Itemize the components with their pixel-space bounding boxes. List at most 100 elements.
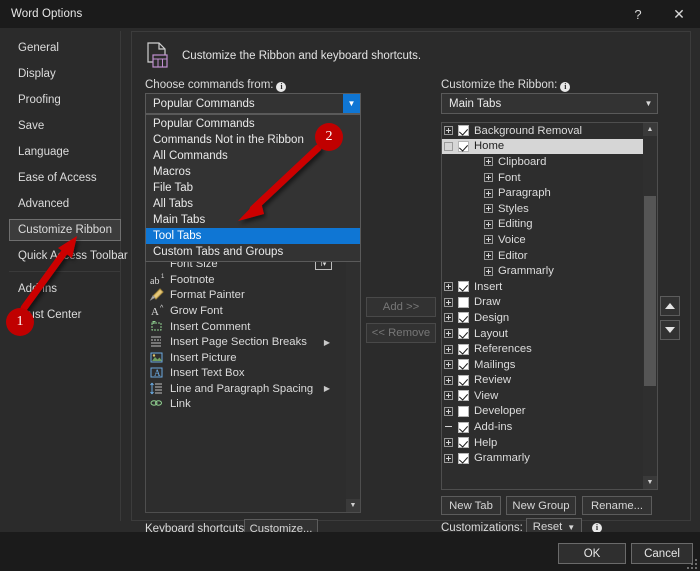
tree-row[interactable]: Grammarly [442, 263, 643, 279]
expand-icon[interactable] [444, 345, 453, 354]
new-group-button[interactable]: New Group [506, 496, 576, 515]
tree-row[interactable]: Editing [442, 217, 643, 233]
tree-row[interactable]: Editor [442, 248, 643, 264]
checkbox-icon[interactable] [458, 359, 469, 370]
expand-icon[interactable] [484, 220, 493, 229]
sidebar-item-advanced[interactable]: Advanced [9, 193, 120, 215]
list-item[interactable]: Format Painter [146, 288, 346, 304]
checkbox-icon[interactable] [458, 297, 469, 308]
dropdown-option-tool-tabs[interactable]: Tool Tabs [146, 228, 360, 244]
choose-commands-info-icon[interactable]: i [276, 82, 286, 92]
expand-icon[interactable] [444, 454, 453, 463]
expand-icon[interactable] [444, 360, 453, 369]
chevron-down-icon[interactable]: ▼ [343, 94, 360, 113]
list-item[interactable]: Insert Comment [146, 319, 346, 335]
checkbox-icon[interactable] [458, 281, 469, 292]
checkbox-icon[interactable] [458, 453, 469, 464]
expand-icon[interactable] [444, 329, 453, 338]
checkbox-icon[interactable] [458, 375, 469, 386]
close-icon[interactable]: ✕ [658, 0, 700, 28]
expand-icon[interactable] [484, 251, 493, 260]
sidebar-item-language[interactable]: Language [9, 141, 120, 163]
customize-ribbon-info-icon[interactable]: i [560, 82, 570, 92]
tree-row[interactable]: Grammarly [442, 450, 643, 466]
dropdown-option-macros[interactable]: Macros [146, 164, 360, 180]
expand-icon[interactable] [484, 235, 493, 244]
dropdown-option-all-tabs[interactable]: All Tabs [146, 196, 360, 212]
expand-icon[interactable] [444, 313, 453, 322]
scroll-down-icon[interactable]: ▼ [346, 499, 360, 512]
tree-row[interactable]: Draw [442, 295, 643, 311]
tree-row[interactable]: Font [442, 170, 643, 186]
sidebar-item-general[interactable]: General [9, 37, 120, 59]
sidebar-item-save[interactable]: Save [9, 115, 120, 137]
sidebar-item-proofing[interactable]: Proofing [9, 89, 120, 111]
expand-icon[interactable] [484, 204, 493, 213]
checkbox-icon[interactable] [458, 422, 469, 433]
ribbon-tree-listbox[interactable]: Outlining Background Removal Home [441, 122, 658, 490]
list-item[interactable]: Link [146, 397, 346, 413]
new-tab-button[interactable]: New Tab [441, 496, 501, 515]
expand-icon[interactable] [484, 189, 493, 198]
tree-row[interactable]: Layout [442, 326, 643, 342]
checkbox-icon[interactable] [458, 406, 469, 417]
expand-icon[interactable] [444, 298, 453, 307]
move-up-button[interactable] [660, 296, 680, 316]
tree-row[interactable]: Developer [442, 404, 643, 420]
checkbox-icon[interactable] [458, 328, 469, 339]
tree-row[interactable]: Background Removal [442, 123, 643, 139]
sidebar-item-display[interactable]: Display [9, 63, 120, 85]
expand-icon[interactable] [444, 376, 453, 385]
expand-icon[interactable] [444, 438, 453, 447]
tree-row[interactable]: Design [442, 310, 643, 326]
expand-icon[interactable] [444, 391, 453, 400]
expand-icon[interactable] [484, 157, 493, 166]
tree-row[interactable]: Insert [442, 279, 643, 295]
choose-commands-combo[interactable]: Popular Commands ▼ [145, 93, 361, 114]
scroll-down-icon[interactable]: ▼ [643, 476, 657, 489]
list-item[interactable]: A^ Grow Font [146, 303, 346, 319]
checkbox-icon[interactable] [458, 344, 469, 355]
list-item[interactable]: ab1 Footnote [146, 272, 346, 288]
list-item[interactable]: A Insert Text Box [146, 366, 346, 382]
tree-row[interactable]: Home [442, 139, 643, 155]
sidebar-item-add-ins[interactable]: Add-ins [9, 278, 120, 300]
tree-row[interactable]: Voice [442, 232, 643, 248]
dropdown-option-main-tabs[interactable]: Main Tabs [146, 212, 360, 228]
list-item[interactable]: Insert Picture [146, 350, 346, 366]
rename-button[interactable]: Rename... [582, 496, 652, 515]
sidebar-item-customize-ribbon[interactable]: Customize Ribbon [9, 219, 121, 241]
tree-row[interactable]: Styles [442, 201, 643, 217]
customize-ribbon-combo[interactable]: Main Tabs ▼ [441, 93, 658, 114]
expand-icon[interactable] [444, 126, 453, 135]
collapse-icon[interactable] [444, 142, 453, 151]
dropdown-option-file-tab[interactable]: File Tab [146, 180, 360, 196]
checkbox-icon[interactable] [458, 390, 469, 401]
resize-grip-icon[interactable] [687, 559, 697, 569]
checkbox-icon[interactable] [458, 437, 469, 448]
dropdown-option-custom-tabs-and-groups[interactable]: Custom Tabs and Groups [146, 244, 360, 260]
checkbox-icon[interactable] [458, 125, 469, 136]
tree-row[interactable]: View [442, 388, 643, 404]
checkbox-icon[interactable] [458, 141, 469, 152]
expand-icon[interactable] [444, 282, 453, 291]
ribbon-tree-scrollbar[interactable]: ▲ ▼ [643, 123, 657, 489]
chevron-down-icon-2[interactable]: ▼ [640, 94, 657, 113]
ok-button[interactable]: OK [558, 543, 626, 564]
tree-row[interactable]: Paragraph [442, 185, 643, 201]
cancel-button[interactable]: Cancel [631, 543, 693, 564]
tree-row[interactable]: Review [442, 373, 643, 389]
checkbox-icon[interactable] [458, 312, 469, 323]
scrollbar-thumb[interactable] [644, 196, 656, 386]
tree-row[interactable]: References [442, 341, 643, 357]
list-item[interactable]: Insert Page Section Breaks ▶ [146, 334, 346, 350]
tree-row[interactable]: Add-ins [442, 419, 643, 435]
remove-button[interactable]: << Remove [366, 323, 436, 343]
help-icon[interactable]: ? [618, 0, 658, 28]
scroll-up-icon[interactable]: ▲ [643, 123, 657, 136]
tree-row[interactable]: Help [442, 435, 643, 451]
add-button[interactable]: Add >> [366, 297, 436, 317]
expand-icon[interactable] [484, 173, 493, 182]
list-item[interactable]: Line and Paragraph Spacing ▶ [146, 381, 346, 397]
move-down-button[interactable] [660, 320, 680, 340]
